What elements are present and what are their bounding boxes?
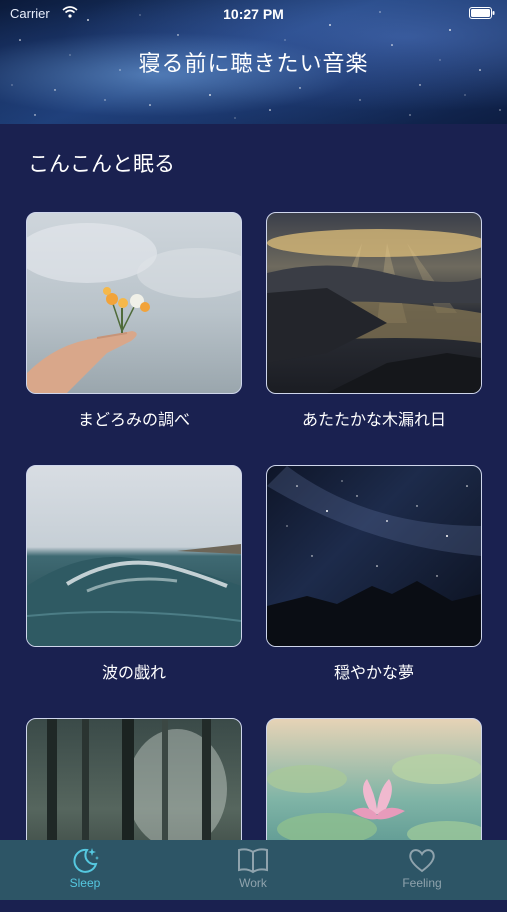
music-card-2[interactable]: あたたかな木漏れ日 [266, 212, 482, 430]
battery-icon [469, 7, 495, 19]
night-sky-image [267, 466, 481, 646]
music-card-1[interactable]: まどろみの調べ [26, 212, 242, 430]
card-title: 波の戯れ [101, 663, 166, 682]
card-title: まどろみの調べ [77, 410, 190, 429]
tab-bar: Sleep Work Feeling [0, 840, 507, 900]
wave-image [27, 544, 241, 646]
flowers-image [27, 223, 241, 393]
tab-label: Work [239, 876, 267, 890]
book-icon [238, 848, 268, 874]
tab-feeling[interactable]: Feeling [362, 846, 482, 890]
card-thumbnail[interactable] [26, 212, 242, 394]
status-time: 10:27 PM [223, 6, 284, 22]
tab-work[interactable]: Work [193, 846, 313, 890]
header-banner: Carrier 10:27 PM 寝る前に聴きたい音楽 [0, 0, 507, 124]
tab-label: Feeling [402, 876, 442, 890]
moon-stars-icon [73, 848, 99, 873]
section-title: こんこんと眠る [28, 152, 175, 176]
status-bar: Carrier 10:27 PM [0, 0, 507, 28]
card-title: 穏やかな夢 [333, 663, 414, 682]
music-card-3[interactable]: 波の戯れ [26, 465, 242, 683]
card-thumbnail[interactable] [26, 465, 242, 647]
tab-sleep[interactable]: Sleep [25, 846, 145, 890]
page-title: 寝る前に聴きたい音楽 [138, 52, 369, 77]
lake-image [267, 229, 481, 393]
music-card-4[interactable]: 穏やかな夢 [266, 465, 482, 683]
card-thumbnail[interactable] [266, 465, 482, 647]
card-thumbnail[interactable] [266, 212, 482, 394]
card-title: あたたかな木漏れ日 [301, 410, 446, 429]
tab-label: Sleep [69, 876, 101, 890]
heart-icon [409, 849, 435, 873]
